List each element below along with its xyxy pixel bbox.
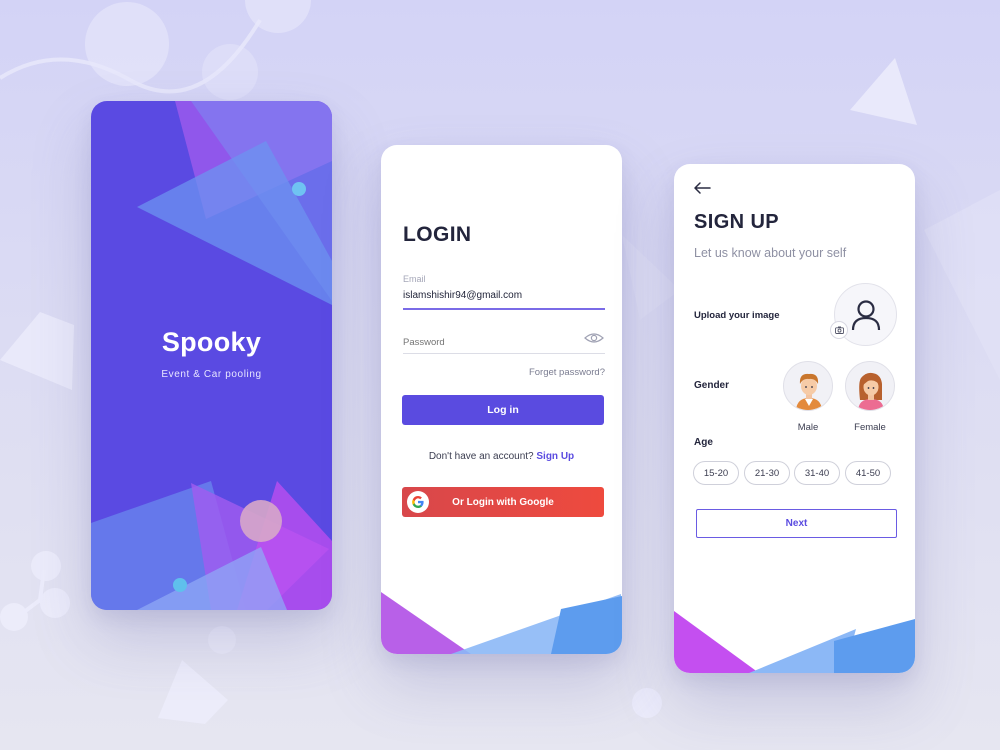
signup-prompt: Don't have an account? Sign Up bbox=[381, 451, 622, 462]
google-icon bbox=[407, 491, 429, 513]
gender-option-male[interactable] bbox=[783, 361, 833, 411]
login-screen: LOGIN Email Forget password? Log in Don'… bbox=[381, 145, 622, 654]
signup-screen: SIGN UP Let us know about your self Uplo… bbox=[674, 164, 915, 673]
splash-screen: Spooky Event & Car pooling bbox=[91, 101, 332, 610]
login-button[interactable]: Log in bbox=[402, 395, 604, 425]
page-subtitle: Let us know about your self bbox=[694, 246, 847, 260]
female-avatar-icon bbox=[858, 372, 884, 410]
email-underline bbox=[403, 308, 605, 310]
page-title: LOGIN bbox=[403, 223, 472, 246]
email-field[interactable] bbox=[403, 288, 605, 302]
next-button[interactable]: Next bbox=[696, 509, 897, 538]
age-chip-15-20[interactable]: 15-20 bbox=[693, 461, 739, 485]
user-icon bbox=[851, 299, 880, 330]
page-title: SIGN UP bbox=[694, 211, 780, 233]
age-label: Age bbox=[694, 437, 713, 448]
password-field[interactable] bbox=[403, 335, 573, 349]
no-account-text: Don't have an account? bbox=[428, 451, 534, 462]
gender-label-female: Female bbox=[854, 422, 886, 433]
signup-footer-art bbox=[674, 611, 915, 673]
upload-image-label: Upload your image bbox=[694, 310, 780, 321]
app-tagline: Event & Car pooling bbox=[161, 369, 262, 380]
gender-label-male: Male bbox=[797, 422, 819, 433]
gender-label: Gender bbox=[694, 380, 730, 391]
male-avatar-icon bbox=[796, 373, 822, 410]
age-chip-31-40[interactable]: 31-40 bbox=[794, 461, 840, 485]
signup-link[interactable]: Sign Up bbox=[536, 451, 574, 462]
gender-option-female[interactable] bbox=[845, 361, 895, 411]
google-button-label: Or Login with Google bbox=[452, 496, 554, 508]
age-chip-41-50[interactable]: 41-50 bbox=[845, 461, 891, 485]
app-title: Spooky bbox=[161, 327, 262, 357]
email-label: Email bbox=[403, 274, 426, 284]
password-underline bbox=[403, 353, 605, 354]
login-footer-art bbox=[381, 592, 622, 654]
google-login-button[interactable]: Or Login with Google bbox=[402, 487, 604, 517]
eye-icon[interactable] bbox=[584, 331, 604, 345]
back-arrow-icon[interactable] bbox=[693, 181, 711, 195]
forgot-password-link[interactable]: Forget password? bbox=[529, 367, 605, 378]
age-chip-21-30[interactable]: 21-30 bbox=[744, 461, 790, 485]
camera-icon[interactable] bbox=[830, 321, 848, 339]
